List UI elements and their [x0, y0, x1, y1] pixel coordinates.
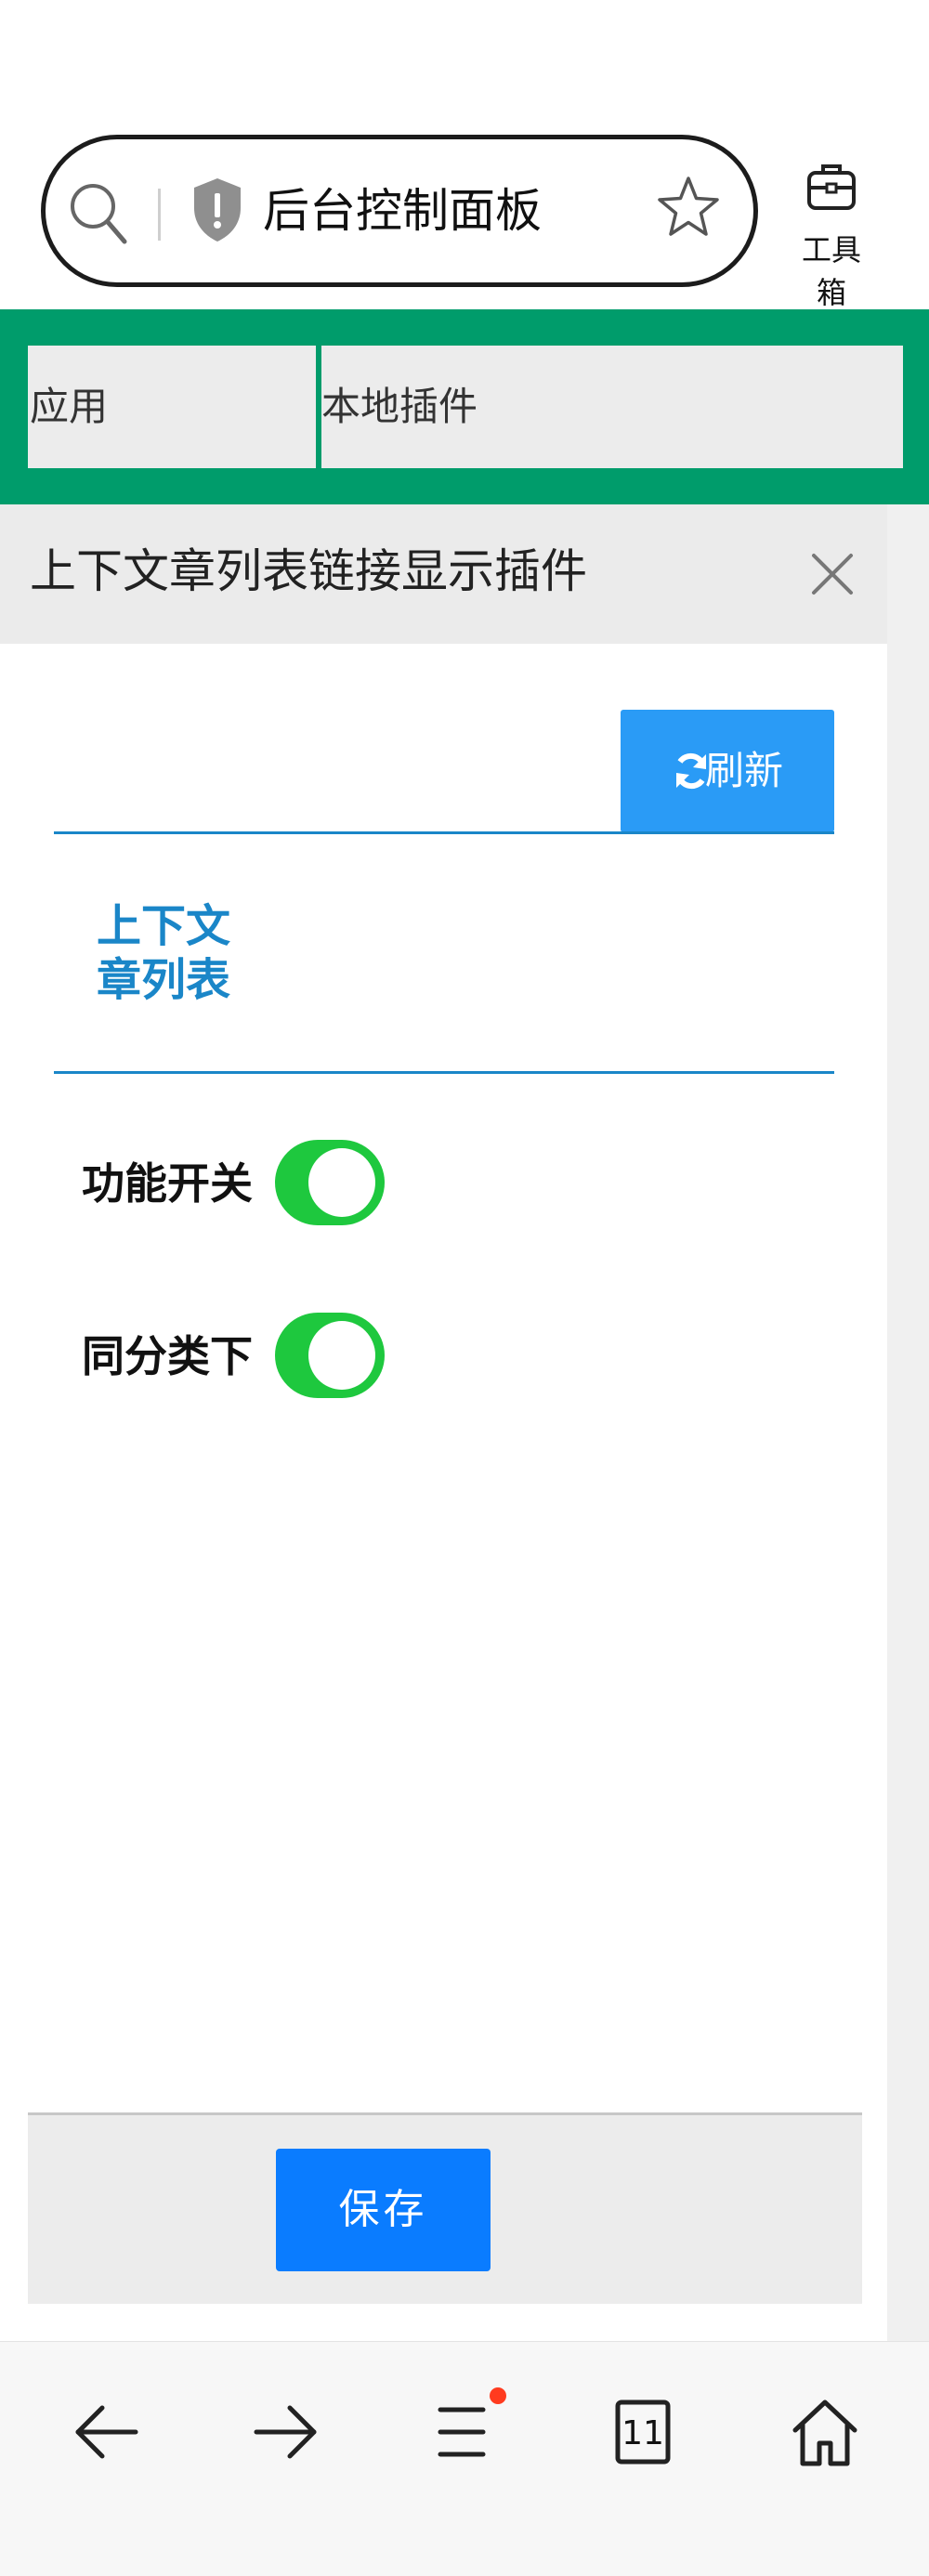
notification-dot	[490, 2387, 506, 2404]
refresh-icon	[676, 752, 706, 790]
toggle-label-feature: 功能开关	[82, 1158, 253, 1209]
bookmark-star-icon[interactable]	[656, 175, 721, 242]
section-heading[interactable]: 上下文章列表	[97, 899, 245, 1007]
toggle-label-same-category: 同分类下	[82, 1331, 253, 1381]
forward-arrow-icon[interactable]	[249, 2395, 323, 2469]
panel-body	[2, 644, 887, 2336]
refresh-button[interactable]: 刷新	[621, 710, 834, 832]
menu-icon[interactable]	[429, 2395, 504, 2469]
toolbox-icon[interactable]	[805, 160, 857, 212]
nav-tab-apps[interactable]: 应用	[28, 346, 316, 468]
home-icon[interactable]	[788, 2395, 862, 2469]
tabs-count: 11	[622, 2414, 664, 2452]
toolbox-label[interactable]: 工具箱	[788, 227, 875, 312]
shield-icon[interactable]	[190, 177, 244, 243]
search-icon[interactable]	[67, 178, 128, 245]
page-gutter	[887, 504, 929, 2341]
nav-tab-local-plugins[interactable]: 本地插件	[321, 346, 903, 468]
refresh-label: 刷新	[704, 748, 783, 793]
section-divider-bottom	[54, 1071, 834, 1074]
save-button[interactable]: 保存	[276, 2149, 491, 2271]
section-divider-top	[54, 831, 834, 834]
back-arrow-icon[interactable]	[69, 2395, 143, 2469]
close-icon[interactable]	[808, 550, 857, 598]
address-bar-title[interactable]: 后台控制面板	[263, 180, 542, 242]
same-category-toggle-switch[interactable]	[275, 1313, 385, 1398]
panel-title: 上下文章列表链接显示插件	[30, 544, 587, 598]
feature-toggle-switch[interactable]	[275, 1140, 385, 1225]
address-divider	[158, 189, 161, 241]
toggle-knob	[308, 1148, 375, 1217]
toggle-knob	[308, 1321, 375, 1390]
